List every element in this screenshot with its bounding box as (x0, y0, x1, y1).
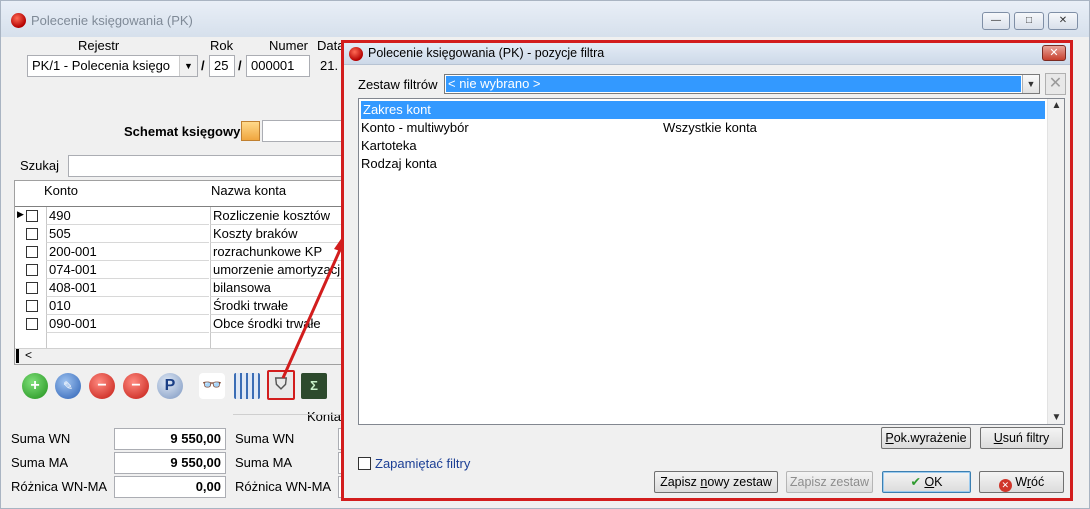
filter-item-name: Konto - multiwybór (361, 120, 469, 135)
zapisz-nowy-post: owy zestaw (707, 475, 772, 489)
filter-item-value: Wszystkie konta (663, 120, 757, 135)
checkmark-icon: ✔ (910, 475, 921, 489)
cancel-x-icon: ✕ (998, 479, 1012, 492)
filter-item[interactable]: Konto - multiwybór Wszystkie konta (361, 119, 757, 137)
dialog-titlebar: Polecenie księgowania (PK) - pozycje fil… (344, 43, 1070, 65)
filter-item[interactable]: Rodzaj konta (361, 155, 437, 173)
clear-filter-set-button[interactable]: ✕ (1045, 73, 1066, 95)
dialog-close-button[interactable]: ✕ (1042, 45, 1066, 61)
ok-button[interactable]: ✔ OK (882, 471, 971, 493)
scroll-down-arrow-icon[interactable]: ▼ (1048, 412, 1065, 423)
usun-filtry-accel: U (993, 431, 1003, 445)
zestaw-filtrow-label: Zestaw filtrów (358, 77, 438, 92)
filter-item-name: Zakres kont (363, 102, 431, 117)
filter-item-name: Rodzaj konta (361, 156, 437, 171)
filter-item-name: Kartoteka (361, 138, 417, 153)
pok-wyrazenie-button[interactable]: Pok.wyrażenie (881, 427, 971, 449)
chevron-down-icon[interactable]: ▼ (1022, 75, 1039, 93)
app-logo-icon (349, 47, 363, 61)
usun-filtry-button[interactable]: Usuń filtry (980, 427, 1063, 449)
zestaw-filtrow-select[interactable]: < nie wybrano > ▼ (444, 74, 1040, 94)
zapisz-zestaw-button[interactable]: Zapisz zestaw (786, 471, 873, 493)
ok-accel: O (924, 475, 935, 489)
scroll-up-arrow-icon[interactable]: ▲ (1048, 100, 1065, 111)
zapisz-nowy-pre: Zapisz (660, 475, 701, 489)
usun-filtry-label: suń filtry (1002, 431, 1050, 445)
dialog-title: Polecenie księgowania (PK) - pozycje fil… (368, 46, 605, 60)
remember-filters-label[interactable]: Zapamiętać filtry (375, 456, 470, 471)
wroc-button[interactable]: ✕ Wróć (979, 471, 1064, 493)
vertical-scrollbar[interactable]: ▲ ▼ (1047, 99, 1064, 424)
pok-wyrazenie-accel: P (885, 431, 894, 445)
zestaw-filtrow-value: < nie wybrano > (446, 76, 1021, 92)
filter-dialog: Polecenie księgowania (PK) - pozycje fil… (341, 40, 1073, 501)
remember-filters-checkbox[interactable] (358, 457, 371, 470)
ok-label: K (934, 475, 943, 489)
filter-item[interactable]: Kartoteka (361, 137, 417, 155)
wroc-pre: W (1015, 475, 1027, 489)
zapisz-nowy-zestaw-button[interactable]: Zapisz nowy zestaw (654, 471, 778, 493)
pok-wyrazenie-label: ok.wyrażenie (893, 431, 967, 445)
filter-items-list: Zakres kont Konto - multiwybór Wszystkie k… (358, 98, 1065, 425)
wroc-post: óć (1031, 475, 1045, 489)
filter-item[interactable]: Zakres kont (361, 101, 1045, 119)
